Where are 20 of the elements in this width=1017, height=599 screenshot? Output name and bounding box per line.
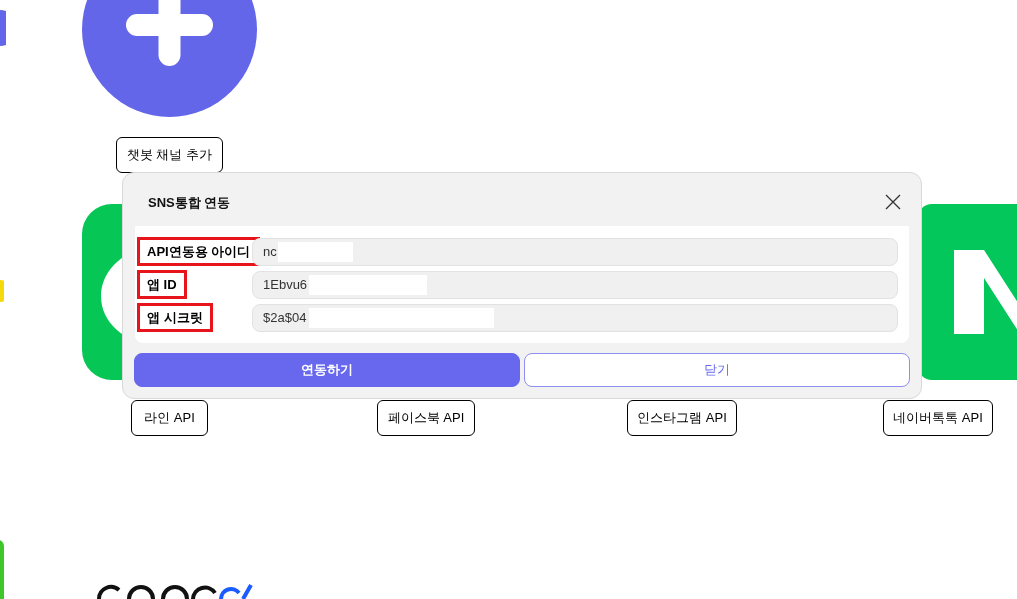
rounded-logo-icon xyxy=(0,540,4,599)
add-channel-button[interactable]: 챗봇 채널 추가 xyxy=(116,137,223,173)
text-field[interactable]: nc xyxy=(252,237,898,266)
connect-button[interactable]: 연동하기 xyxy=(134,353,520,387)
api-button[interactable]: 라인 API xyxy=(131,400,208,436)
field-value: $2a$04 xyxy=(263,308,307,327)
api-button[interactable]: 인스타그램 API xyxy=(627,400,737,436)
api-button[interactable]: 네이버톡톡 API xyxy=(883,400,993,436)
close-button[interactable]: 닫기 xyxy=(524,353,910,387)
field-label: 앱 ID xyxy=(137,269,187,300)
circle-logo-icon xyxy=(0,280,4,302)
circle-logo-icon xyxy=(0,10,6,46)
text-field[interactable]: $2a$04 xyxy=(252,303,898,332)
api-button[interactable]: 페이스북 API xyxy=(377,400,475,436)
field-value: nc xyxy=(263,242,277,261)
field-value: 1Ebvu6 xyxy=(263,275,308,294)
field-label: 앱 시크릿 xyxy=(137,302,213,333)
dialog-title: SNS통합 연동 xyxy=(148,193,231,212)
close-icon[interactable] xyxy=(885,194,901,210)
text-field[interactable]: 1Ebvu6 xyxy=(252,270,898,299)
